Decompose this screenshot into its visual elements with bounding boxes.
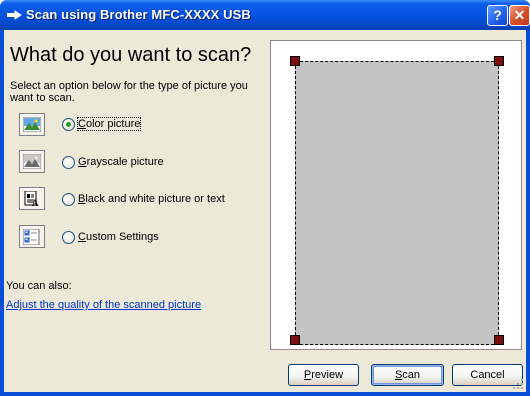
crop-handle-bottom-right[interactable]: [494, 335, 504, 345]
scan-label-text: can: [402, 369, 421, 381]
window-title: Scan using Brother MFC-XXXX USB: [26, 7, 251, 22]
scan-dialog-window: Scan using Brother MFC-XXXX USB ? ✕ What…: [0, 0, 530, 396]
grayscale-picture-mnemonic: G: [78, 156, 87, 168]
dialog-body: What do you want to scan? Select an opti…: [4, 30, 526, 392]
custom-settings-label-text: ustom Settings: [85, 231, 159, 243]
title-bar[interactable]: Scan using Brother MFC-XXXX USB ? ✕: [0, 0, 530, 30]
custom-settings-mnemonic: C: [78, 231, 86, 243]
also-label: You can also:: [6, 280, 72, 292]
crop-handle-bottom-left[interactable]: [290, 335, 300, 345]
black-white-label-text: lack and white picture or text: [85, 193, 225, 205]
scanner-icon: [6, 7, 22, 23]
crop-handle-top-right[interactable]: [494, 56, 504, 66]
custom-settings-icon[interactable]: [19, 225, 45, 248]
resize-grip-icon[interactable]: [513, 379, 524, 390]
black-white-label[interactable]: Black and white picture or text: [78, 193, 225, 205]
color-picture-mnemonic: C: [78, 118, 86, 130]
adjust-quality-link[interactable]: Adjust the quality of the scanned pictur…: [6, 299, 201, 311]
custom-settings-radio[interactable]: [62, 231, 75, 244]
scan-button[interactable]: Scan: [371, 364, 444, 386]
help-icon: ?: [493, 7, 502, 23]
black-white-radio[interactable]: [62, 193, 75, 206]
close-icon: ✕: [513, 7, 526, 23]
preview-label-text: review: [311, 369, 344, 381]
page-title: What do you want to scan?: [10, 44, 252, 66]
color-picture-radio[interactable]: [62, 118, 75, 131]
svg-text:A: A: [32, 198, 39, 207]
grayscale-picture-icon[interactable]: [19, 150, 45, 173]
help-button[interactable]: ?: [487, 5, 508, 26]
close-button[interactable]: ✕: [509, 5, 530, 26]
grayscale-picture-radio[interactable]: [62, 156, 75, 169]
scan-preview-pane: [270, 40, 522, 350]
instructions-text: Select an option below for the type of p…: [10, 80, 248, 104]
color-picture-label-text: olor picture: [85, 118, 141, 130]
color-picture-label[interactable]: Color picture: [76, 117, 142, 131]
grayscale-picture-label[interactable]: Grayscale picture: [78, 156, 164, 168]
scan-area[interactable]: [295, 61, 499, 345]
crop-handle-top-left[interactable]: [290, 56, 300, 66]
custom-settings-label[interactable]: Custom Settings: [78, 231, 159, 243]
preview-button[interactable]: Preview: [288, 364, 359, 386]
color-picture-icon[interactable]: [19, 113, 45, 136]
grayscale-picture-label-text: rayscale picture: [86, 156, 164, 168]
black-white-text-icon[interactable]: A: [19, 187, 45, 210]
